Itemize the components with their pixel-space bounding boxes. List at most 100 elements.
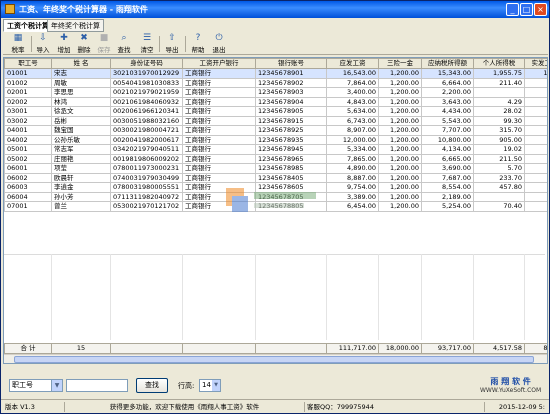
net-pay-cell[interactable]: 9,89 [524, 134, 547, 145]
id-number-cell[interactable]: 3021031970012929 [110, 68, 183, 79]
staff-id-cell[interactable]: 06004 [4, 191, 52, 202]
net-pay-cell[interactable]: 3,68 [524, 163, 547, 174]
gross-pay-cell[interactable]: 4,890.00 [326, 163, 379, 174]
account-cell[interactable]: 12345678985 [255, 163, 327, 174]
bank-cell[interactable]: 工商银行 [182, 87, 256, 98]
id-number-cell[interactable]: 0711311982040972 [110, 191, 183, 202]
taxable-income-cell[interactable]: 3,643.00 [421, 96, 474, 107]
account-cell[interactable]: 12345678965 [255, 153, 327, 164]
net-pay-cell[interactable]: 6,45 [524, 153, 547, 164]
income-tax-cell[interactable] [473, 191, 525, 202]
gross-pay-cell[interactable]: 8,887.00 [326, 172, 379, 183]
account-cell[interactable]: 12345678904 [255, 96, 327, 107]
id-number-cell[interactable]: 0020041982000617 [110, 134, 183, 145]
gross-pay-cell[interactable]: 4,843.00 [326, 96, 379, 107]
insurance-cell[interactable]: 1,200.00 [378, 172, 422, 183]
staff-id-cell[interactable]: 03002 [4, 115, 52, 126]
table-row[interactable]: 02002 林鸿 0021061984060932 工商银行 12345678904 4,… [4, 96, 547, 107]
income-tax-cell[interactable]: 99.30 [473, 115, 525, 126]
id-number-cell[interactable]: 0030021980004721 [110, 125, 183, 136]
taxable-income-cell[interactable]: 6,664.00 [421, 77, 474, 88]
staff-name-cell[interactable]: 岳彬 [51, 115, 111, 126]
table-row[interactable]: 06001 项莹 0780011973000231 工商银行 12345678985 4,… [4, 163, 547, 174]
search-field-select[interactable]: 职工号 ▼ [9, 379, 63, 392]
net-pay-cell[interactable]: 7,39 [524, 125, 547, 136]
income-tax-cell[interactable]: 457.80 [473, 182, 525, 193]
column-header[interactable]: 应发工资 [326, 58, 379, 69]
gross-pay-cell[interactable]: 6,743.00 [326, 115, 379, 126]
clear-button[interactable]: ☰ 清空 [138, 34, 156, 55]
id-number-cell[interactable]: 0054041981030833 [110, 77, 183, 88]
staff-name-cell[interactable]: 林鸿 [51, 96, 111, 107]
income-tax-cell[interactable]: 905.00 [473, 134, 525, 145]
id-number-cell[interactable]: 0780011973000231 [110, 163, 183, 174]
insurance-cell[interactable]: 1,200.00 [378, 163, 422, 174]
column-header[interactable]: 姓 名 [51, 58, 111, 69]
staff-name-cell[interactable]: 魏宝国 [51, 125, 111, 136]
taxable-income-cell[interactable]: 6,665.00 [421, 153, 474, 164]
insurance-cell[interactable]: 1,200.00 [378, 201, 422, 212]
staff-id-cell[interactable]: 06001 [4, 163, 52, 174]
taxable-income-cell[interactable]: 3,690.00 [421, 163, 474, 174]
column-header[interactable]: 身份证号码 [110, 58, 183, 69]
net-pay-cell[interactable]: 2,18 [524, 191, 547, 202]
gross-pay-cell[interactable]: 12,000.00 [326, 134, 379, 145]
income-tax-cell[interactable] [473, 87, 525, 98]
gross-pay-cell[interactable]: 16,543.00 [326, 68, 379, 79]
taxable-income-cell[interactable]: 15,343.00 [421, 68, 474, 79]
search-input[interactable] [66, 379, 128, 392]
id-number-cell[interactable]: 0019819806009202 [110, 153, 183, 164]
insurance-cell[interactable]: 1,200.00 [378, 191, 422, 202]
table-row[interactable]: 05002 庄丽艳 0019819806009202 工商银行 12345678965 7… [4, 153, 547, 164]
bank-cell[interactable]: 工商银行 [182, 163, 256, 174]
staff-id-cell[interactable]: 04001 [4, 125, 52, 136]
id-number-cell[interactable]: 0021021979021959 [110, 87, 183, 98]
table-row[interactable]: 04001 魏宝国 0030021980004721 工商银行 12345678925 8… [4, 125, 547, 136]
income-tax-cell[interactable]: 19.02 [473, 144, 525, 155]
column-header[interactable]: 工资开户银行 [182, 58, 256, 69]
row-height-select[interactable]: 14 ▼ [199, 379, 221, 392]
exit-button[interactable]: ⏻ 退出 [210, 34, 228, 55]
taxable-income-cell[interactable]: 10,800.00 [421, 134, 474, 145]
taxable-income-cell[interactable]: 5,543.00 [421, 115, 474, 126]
income-tax-cell[interactable]: 233.70 [473, 172, 525, 183]
close-button[interactable]: × [534, 3, 547, 16]
staff-name-cell[interactable]: 公孙乐敏 [51, 134, 111, 145]
table-row[interactable]: 03001 徐丞文 0020061966120341 工商银行 12345678905 5… [4, 106, 547, 117]
table-row[interactable]: 04002 公孙乐敏 0020041982000617 工商银行 12345678935… [4, 134, 547, 145]
income-tax-cell[interactable]: 211.50 [473, 153, 525, 164]
staff-id-cell[interactable]: 03001 [4, 106, 52, 117]
column-header[interactable]: 实发工资 [524, 58, 547, 69]
delete-button[interactable]: ✖ 删除 [75, 34, 93, 55]
column-header[interactable]: 银行账号 [255, 58, 327, 69]
insurance-cell[interactable]: 1,200.00 [378, 77, 422, 88]
import-button[interactable]: ⇩ 导入 [34, 34, 52, 55]
taxable-income-cell[interactable]: 4,434.00 [421, 106, 474, 117]
staff-id-cell[interactable]: 06002 [4, 172, 52, 183]
gross-pay-cell[interactable]: 7,865.00 [326, 153, 379, 164]
insurance-cell[interactable]: 1,200.00 [378, 134, 422, 145]
bank-cell[interactable]: 工商银行 [182, 125, 256, 136]
net-pay-cell[interactable]: 4,11 [524, 144, 547, 155]
gross-pay-cell[interactable]: 8,907.00 [326, 125, 379, 136]
table-row[interactable]: 05001 常志军 0342021979040511 工商银行 12345678945 5… [4, 144, 547, 155]
table-row[interactable]: 01001 宋志 3021031970012929 工商银行 12345678901 16… [4, 68, 547, 79]
gross-pay-cell[interactable]: 3,389.00 [326, 191, 379, 202]
gross-pay-cell[interactable]: 9,754.00 [326, 182, 379, 193]
taxable-income-cell[interactable]: 5,254.00 [421, 201, 474, 212]
staff-id-cell[interactable]: 02002 [4, 96, 52, 107]
column-header[interactable]: 三险一金 [378, 58, 422, 69]
horizontal-scrollbar[interactable] [4, 354, 547, 363]
insurance-cell[interactable]: 1,200.00 [378, 87, 422, 98]
staff-name-cell[interactable]: 孙小芳 [51, 191, 111, 202]
insurance-cell[interactable]: 1,200.00 [378, 115, 422, 126]
net-pay-cell[interactable]: 13,38 [524, 68, 547, 79]
table-row[interactable]: 03002 岳彬 0030051988032160 工商银行 12345678915 6,… [4, 115, 547, 126]
staff-name-cell[interactable]: 常志军 [51, 144, 111, 155]
add-button[interactable]: ✚ 增加 [55, 34, 73, 55]
bank-cell[interactable]: 工商银行 [182, 144, 256, 155]
account-cell[interactable]: 12345678905 [255, 106, 327, 117]
staff-id-cell[interactable]: 01001 [4, 68, 52, 79]
income-tax-cell[interactable]: 70.40 [473, 201, 525, 212]
income-tax-cell[interactable]: 28.02 [473, 106, 525, 117]
